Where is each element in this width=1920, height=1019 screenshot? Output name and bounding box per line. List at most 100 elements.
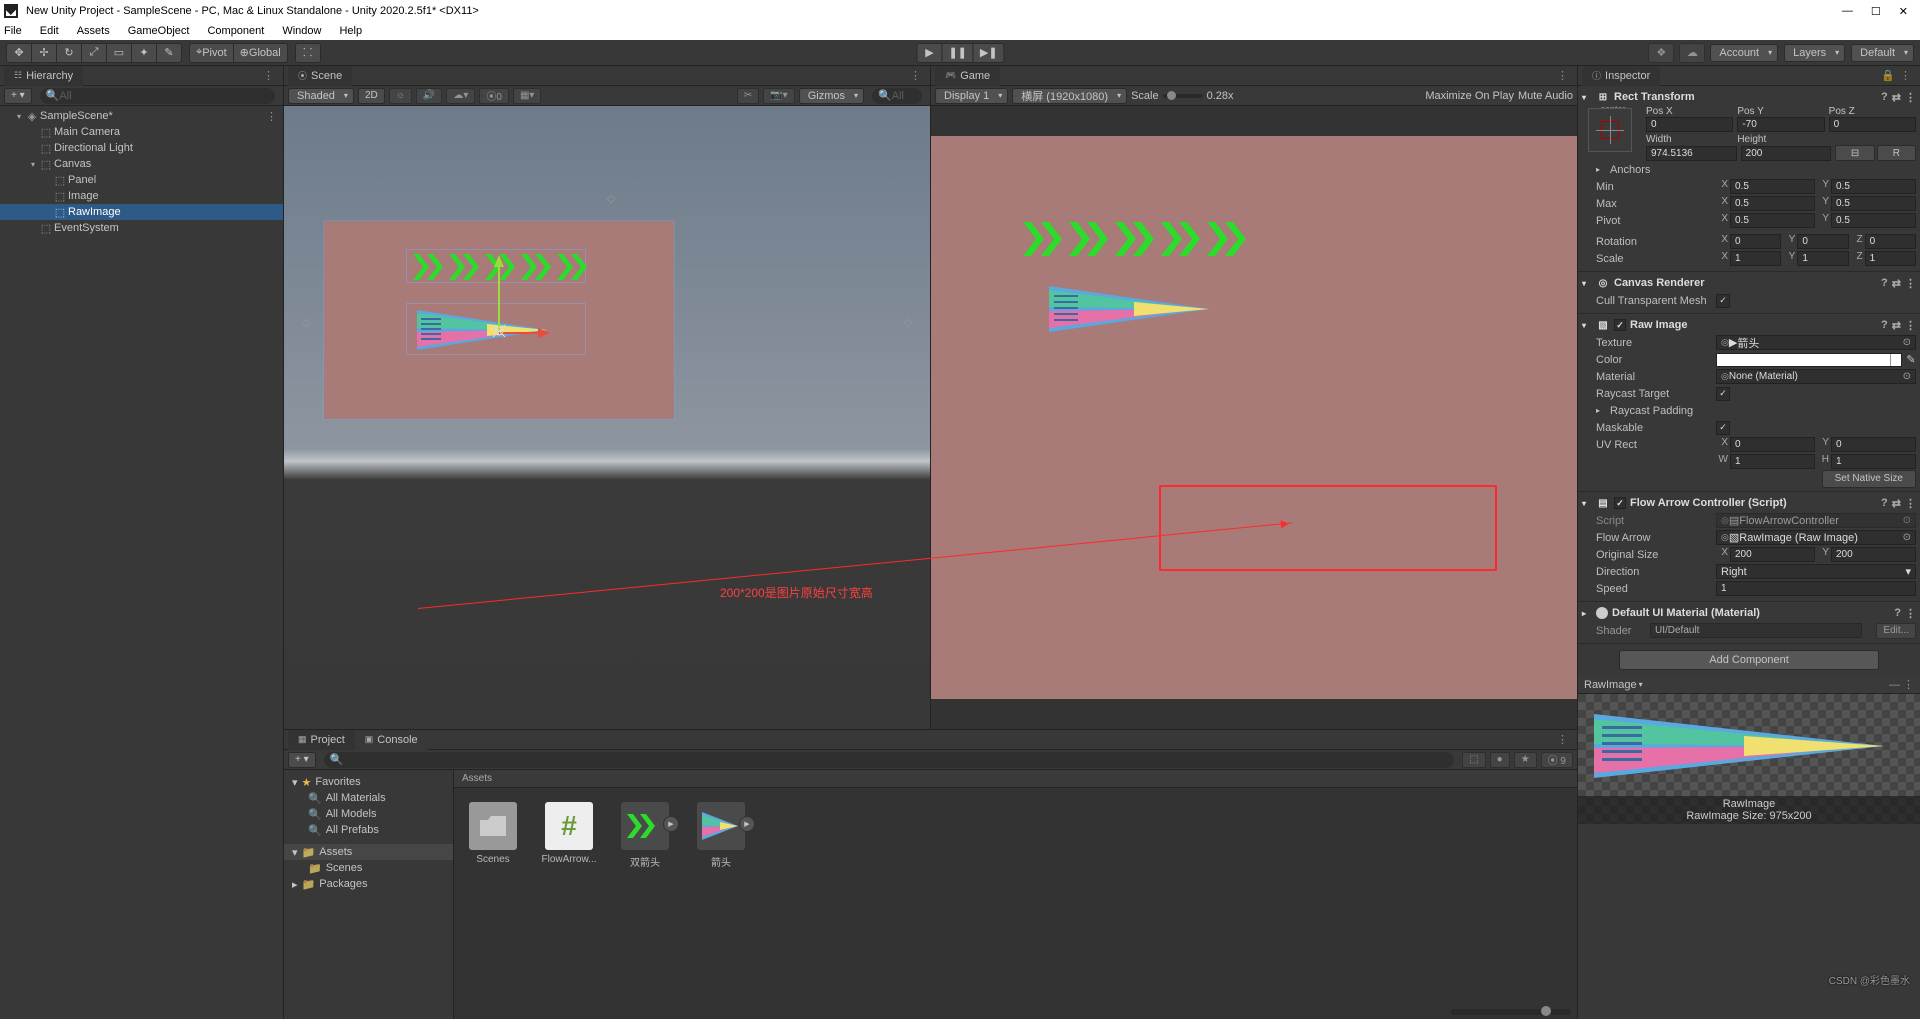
cull-mesh-checkbox[interactable] <box>1716 294 1730 308</box>
preview-head[interactable]: RawImage▾— ⋮ <box>1578 676 1920 694</box>
resolution-dropdown[interactable]: 横屏 (1920x1080) <box>1012 88 1127 104</box>
anchors-fold[interactable]: ▸ <box>1596 165 1606 174</box>
filter-fav[interactable]: ⬚ <box>1462 752 1485 768</box>
origsize-x[interactable]: 200 <box>1730 547 1815 562</box>
menu-file[interactable]: File <box>2 25 24 37</box>
scene-options[interactable]: ⋮ <box>906 69 926 82</box>
shader-edit-button[interactable]: Edit... <box>1876 623 1916 639</box>
menu-component[interactable]: Component <box>205 25 266 37</box>
grid-toggle[interactable]: ▦▾ <box>513 88 541 104</box>
lighting-toggle[interactable]: ☼ <box>389 88 412 104</box>
project-tab[interactable]: ▦Project <box>288 730 355 750</box>
project-options[interactable]: ⋮ <box>1553 733 1573 746</box>
pivot-y[interactable]: 0.5 <box>1831 213 1916 228</box>
minimize-button[interactable]: — <box>1842 5 1853 18</box>
node-panel[interactable]: ⬚Panel <box>0 172 283 188</box>
transform-tool[interactable]: ✦ <box>131 43 157 63</box>
menu-gameobject[interactable]: GameObject <box>126 25 192 37</box>
filter-type[interactable]: ● <box>1490 752 1510 768</box>
camera-toggle[interactable]: 📷▾ <box>763 88 794 104</box>
preset-icon[interactable]: ⇄ <box>1892 91 1901 104</box>
anchor-preset[interactable] <box>1588 108 1632 152</box>
asset-double-arrow[interactable]: ▶双箭头 <box>620 802 670 869</box>
asset-scenes[interactable]: Scenes <box>468 802 518 869</box>
scene-row[interactable]: ▾◈SampleScene*⋮ <box>0 108 283 124</box>
game-options[interactable]: ⋮ <box>1553 69 1573 82</box>
layers-dropdown[interactable]: Layers <box>1784 44 1845 62</box>
uv-x[interactable]: 0 <box>1730 437 1815 452</box>
rot-x[interactable]: 0 <box>1730 234 1781 249</box>
display-dropdown[interactable]: Display 1 <box>935 88 1008 104</box>
fold-icon[interactable]: ▾ <box>1582 93 1592 102</box>
raycast-checkbox[interactable] <box>1716 387 1730 401</box>
fx-toggle[interactable]: ☁▾ <box>446 88 475 104</box>
node-rawimage[interactable]: ⬚RawImage <box>0 204 283 220</box>
scene-search[interactable]: 🔍 All <box>872 88 922 104</box>
project-search[interactable]: 🔍 <box>324 752 1455 768</box>
node-image[interactable]: ⬚Image <box>0 188 283 204</box>
inspector-tab[interactable]: ⓘInspector <box>1582 66 1660 86</box>
speed-input[interactable]: 1 <box>1716 581 1916 596</box>
hand-tool[interactable]: ✥ <box>6 43 32 63</box>
hierarchy-search[interactable]: 🔍 All <box>40 88 275 104</box>
pos-y-input[interactable]: -70 <box>1737 117 1824 132</box>
maskable-checkbox[interactable] <box>1716 421 1730 435</box>
texture-field[interactable]: ▶箭头 <box>1716 335 1916 350</box>
anchor-max-y[interactable]: 0.5 <box>1831 196 1916 211</box>
uv-w[interactable]: 1 <box>1730 454 1815 469</box>
scl-z[interactable]: 1 <box>1865 251 1916 266</box>
node-eventsystem[interactable]: ⬚EventSystem <box>0 220 283 236</box>
node-directional-light[interactable]: ⬚Directional Light <box>0 140 283 156</box>
flow-enable[interactable] <box>1614 497 1626 509</box>
uv-h[interactable]: 1 <box>1831 454 1916 469</box>
material-field[interactable]: None (Material) <box>1716 369 1916 384</box>
scene-viewport[interactable]: ◇ ◇ ◇ <box>284 106 930 729</box>
menu-assets[interactable]: Assets <box>75 25 112 37</box>
scale-slider[interactable] <box>1163 94 1203 98</box>
move-gizmo[interactable] <box>454 253 544 343</box>
raw-edit-toggle[interactable]: R <box>1877 145 1916 161</box>
hidden-toggle[interactable]: ⦿0 <box>479 88 509 104</box>
pause-button[interactable]: ❚❚ <box>941 43 973 63</box>
rotate-tool[interactable]: ↻ <box>56 43 82 63</box>
fav-all-models[interactable]: 🔍All Models <box>284 806 453 822</box>
hierarchy-options[interactable]: ⋮ <box>259 69 279 82</box>
project-create[interactable]: + ▾ <box>288 752 316 768</box>
thumbnail-size-slider[interactable] <box>1451 1009 1571 1015</box>
step-button[interactable]: ▶❚ <box>973 43 1005 63</box>
color-field[interactable] <box>1716 353 1902 367</box>
assets-breadcrumb[interactable]: Assets <box>454 770 1577 788</box>
account-dropdown[interactable]: Account <box>1710 44 1778 62</box>
direction-dropdown[interactable]: Right▾ <box>1716 564 1916 579</box>
set-native-size-button[interactable]: Set Native Size <box>1822 470 1916 488</box>
scl-y[interactable]: 1 <box>1797 251 1848 266</box>
rot-z[interactable]: 0 <box>1865 234 1916 249</box>
custom-tool[interactable]: ✎ <box>156 43 182 63</box>
pivot-toggle[interactable]: ⌖ Pivot <box>189 43 234 63</box>
help-icon[interactable]: ? <box>1881 91 1888 104</box>
hierarchy-create[interactable]: + ▾ <box>4 88 32 104</box>
console-tab[interactable]: ▣Console <box>355 730 428 750</box>
node-main-camera[interactable]: ⬚Main Camera <box>0 124 283 140</box>
mute-audio[interactable]: Mute Audio <box>1518 90 1573 102</box>
anchor-min-y[interactable]: 0.5 <box>1831 179 1916 194</box>
filter-label[interactable]: ★ <box>1514 752 1537 768</box>
snap-toggle[interactable]: ⸬ <box>295 43 321 63</box>
scene-tab[interactable]: ⦿Scene <box>288 66 352 86</box>
cloud-icon[interactable]: ☁ <box>1679 43 1705 63</box>
collab-icon[interactable]: ❖ <box>1648 43 1674 63</box>
anchor-min-x[interactable]: 0.5 <box>1730 179 1815 194</box>
origsize-y[interactable]: 200 <box>1831 547 1916 562</box>
node-canvas[interactable]: ▾⬚Canvas <box>0 156 283 172</box>
maximize-button[interactable]: ☐ <box>1871 5 1881 18</box>
menu-window[interactable]: Window <box>280 25 323 37</box>
asset-flowarrow-script[interactable]: #FlowArrow... <box>544 802 594 869</box>
uv-y[interactable]: 0 <box>1831 437 1916 452</box>
pos-x-input[interactable]: 0 <box>1646 117 1733 132</box>
game-tab[interactable]: 🎮Game <box>935 66 1000 86</box>
favorites-header[interactable]: ▾★Favorites <box>284 774 453 790</box>
scale-tool[interactable]: ⤢ <box>81 43 107 63</box>
asset-arrow[interactable]: ▶箭头 <box>696 802 746 869</box>
shading-dropdown[interactable]: Shaded <box>288 88 354 104</box>
maximize-on-play[interactable]: Maximize On Play <box>1425 90 1514 102</box>
